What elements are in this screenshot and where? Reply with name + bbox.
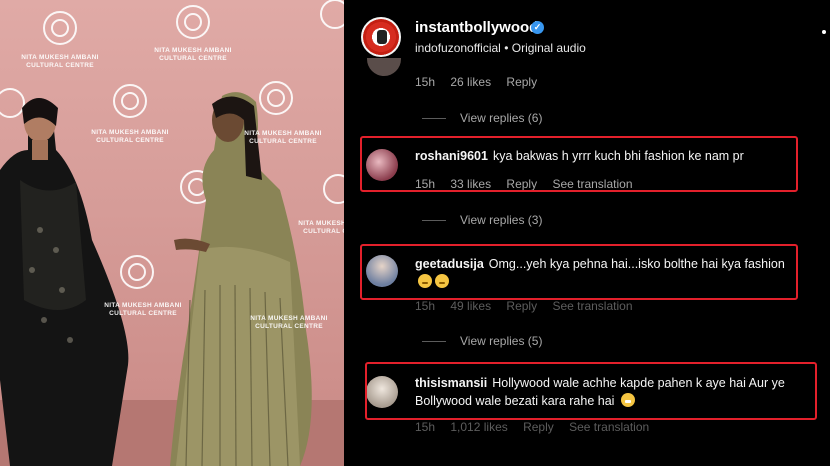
account-username[interactable]: instantbollywood [415,19,538,36]
see-translation-link[interactable]: See translation [569,420,649,434]
highlight-box [360,244,798,300]
comment-likes[interactable]: 1,012 likes [450,420,507,434]
backdrop-logo: NITA MUKESH AMBANI CULTURAL CENTRE [298,220,348,235]
comment-meta: 15h 49 likes Reply See translation [415,299,645,313]
audio-source: indofuzonofficial [415,41,501,55]
view-replies-label: View replies (3) [460,213,543,227]
view-replies-label: View replies (5) [460,334,543,348]
replies-divider [422,118,446,120]
highlight-box [365,362,817,420]
backdrop-logo: NITA MUKESH AMBANI CULTURAL CENTRE [21,54,99,69]
audio-label: Original audio [511,41,586,55]
reply-button[interactable]: Reply [506,299,537,313]
comment-likes[interactable]: 26 likes [450,75,491,89]
comment-time: 15h [415,299,436,313]
backdrop-logo: NITA MUKESH AMBANI CULTURAL CENTRE [250,315,328,330]
highlight-box [360,136,798,192]
comment-meta: 15h 1,012 likes Reply See translation [415,420,661,434]
audio-info[interactable]: indofuzonofficial • Original audio [415,41,586,55]
verified-badge-icon: ✓ [531,21,544,34]
reel-video-frame[interactable]: NITA MUKESH AMBANI CULTURAL CENTRE NITA … [0,0,348,466]
replies-divider [422,220,446,222]
clapperboard-icon [377,30,387,44]
backdrop-logo: NITA MUKESH AMBANI CULTURAL CENTRE [244,130,322,145]
comments-panel: instantbollywood ✓ indofuzonofficial • O… [348,0,830,466]
see-translation-link[interactable]: See translation [552,299,632,313]
audio-separator: • [504,41,509,55]
replies-divider [422,341,446,343]
comment-time: 15h [415,75,436,89]
backdrop-logo: NITA MUKESH AMBANI CULTURAL CENTRE [91,129,169,144]
reply-button[interactable]: Reply [523,420,554,434]
view-replies-button[interactable]: View replies (6) [422,111,542,125]
view-replies-button[interactable]: View replies (5) [422,334,542,348]
account-avatar[interactable] [361,17,401,57]
comment-avatar[interactable] [367,58,401,76]
post-header: instantbollywood ✓ indofuzonofficial • O… [348,0,830,70]
view-replies-label: View replies (6) [460,111,543,125]
more-options-icon[interactable] [822,30,826,34]
reply-button[interactable]: Reply [506,75,537,89]
view-replies-button[interactable]: View replies (3) [422,213,542,227]
backdrop-logo: NITA MUKESH AMBANI CULTURAL CENTRE [104,302,182,317]
comment-time: 15h [415,420,436,434]
backdrop-logo: NITA MUKESH AMBANI CULTURAL CENTRE [154,47,232,62]
comment-likes[interactable]: 49 likes [450,299,491,313]
comment-meta: 15h 26 likes Reply [415,75,549,89]
